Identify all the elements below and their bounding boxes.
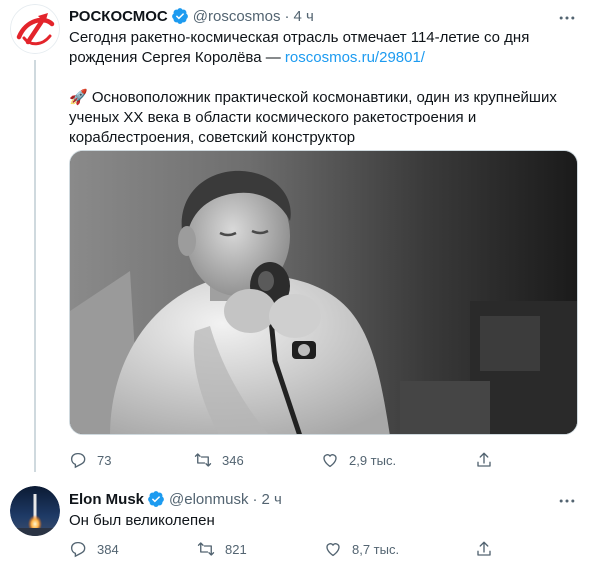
tweet-text-fragment: Основоположник практической космонавтики… [87,89,557,106]
reply-count: 73 [97,452,112,468]
reply-button[interactable]: 73 [69,450,111,470]
tweet-time[interactable]: 2 ч [261,491,281,508]
tweet-text: Сегодня ракетно-космическая отрасль отме… [69,28,579,148]
tweet-text-line: ученых XX века в области космического ра… [69,109,477,126]
retweet-icon [197,542,215,556]
separator: · [252,490,258,508]
share-icon [477,541,491,556]
share-button[interactable] [475,450,493,470]
like-button[interactable]: 8,7 тыс. [324,539,399,559]
roscosmos-avatar[interactable] [10,4,60,54]
reply-icon [70,452,86,469]
author-name[interactable]: РОСКОСМОС [69,8,168,25]
reply-icon [70,541,86,558]
retweet-count: 346 [222,452,244,468]
retweet-icon [194,453,212,467]
retweet-button[interactable]: 821 [197,539,247,559]
tweet-text: Он был великолепен [69,512,215,529]
like-button[interactable]: 2,9 тыс. [321,450,396,470]
verified-badge-icon [171,8,188,24]
tweet-text-line: кораблестроения, советский конструктор [69,129,356,146]
photo-korolev [70,151,577,434]
share-button[interactable] [475,539,493,559]
separator: · [284,7,290,25]
thread-line [34,60,36,472]
heart-icon [326,543,340,557]
retweet-count: 821 [225,541,247,557]
tweet-link[interactable]: roscosmos.ru/29801/ [285,49,425,66]
tweet-time[interactable]: 4 ч [294,8,314,25]
reply-button[interactable]: 384 [69,539,119,559]
author-handle[interactable]: @elonmusk [169,491,248,508]
more-icon[interactable] [557,491,577,511]
rocket-emoji: 🚀 [69,89,88,106]
share-icon [477,452,491,467]
tweet-text-line: 🚀 Основоположник практической космонавти… [69,88,579,108]
author-handle[interactable]: @roscosmos [193,8,281,25]
tweet-header: РОСКОСМОС @roscosmos · 4 ч [69,6,579,26]
tweet-actions: 73 346 2,9 тыс. [69,450,499,470]
verified-badge-icon [148,491,164,507]
reply-count: 384 [97,541,119,557]
author-name[interactable]: Elon Musk [69,491,144,508]
tweet-roscosmos[interactable]: РОСКОСМОС @roscosmos · 4 ч Сегодня ракет… [0,0,589,476]
tweet-text-line: Сегодня ракетно-космическая отрасль отме… [69,29,530,46]
tweet-elon-musk[interactable]: Elon Musk @elonmusk · 2 ч Он был великол… [0,476,589,566]
tweet-actions: 384 821 8,7 тыс. [69,539,499,559]
heart-icon [323,454,337,468]
tweet-text-line: рождения Сергея Королёва — roscosmos.ru/… [69,48,579,68]
tweet-text-fragment: рождения Сергея Королёва — [69,49,285,66]
retweet-button[interactable]: 346 [194,450,244,470]
like-count: 2,9 тыс. [349,452,397,468]
elon-musk-avatar[interactable] [10,486,60,536]
like-count: 8,7 тыс. [352,541,400,557]
tweet-header: Elon Musk @elonmusk · 2 ч [69,489,579,509]
tweet-photo[interactable] [69,150,578,435]
more-icon[interactable] [557,8,577,28]
